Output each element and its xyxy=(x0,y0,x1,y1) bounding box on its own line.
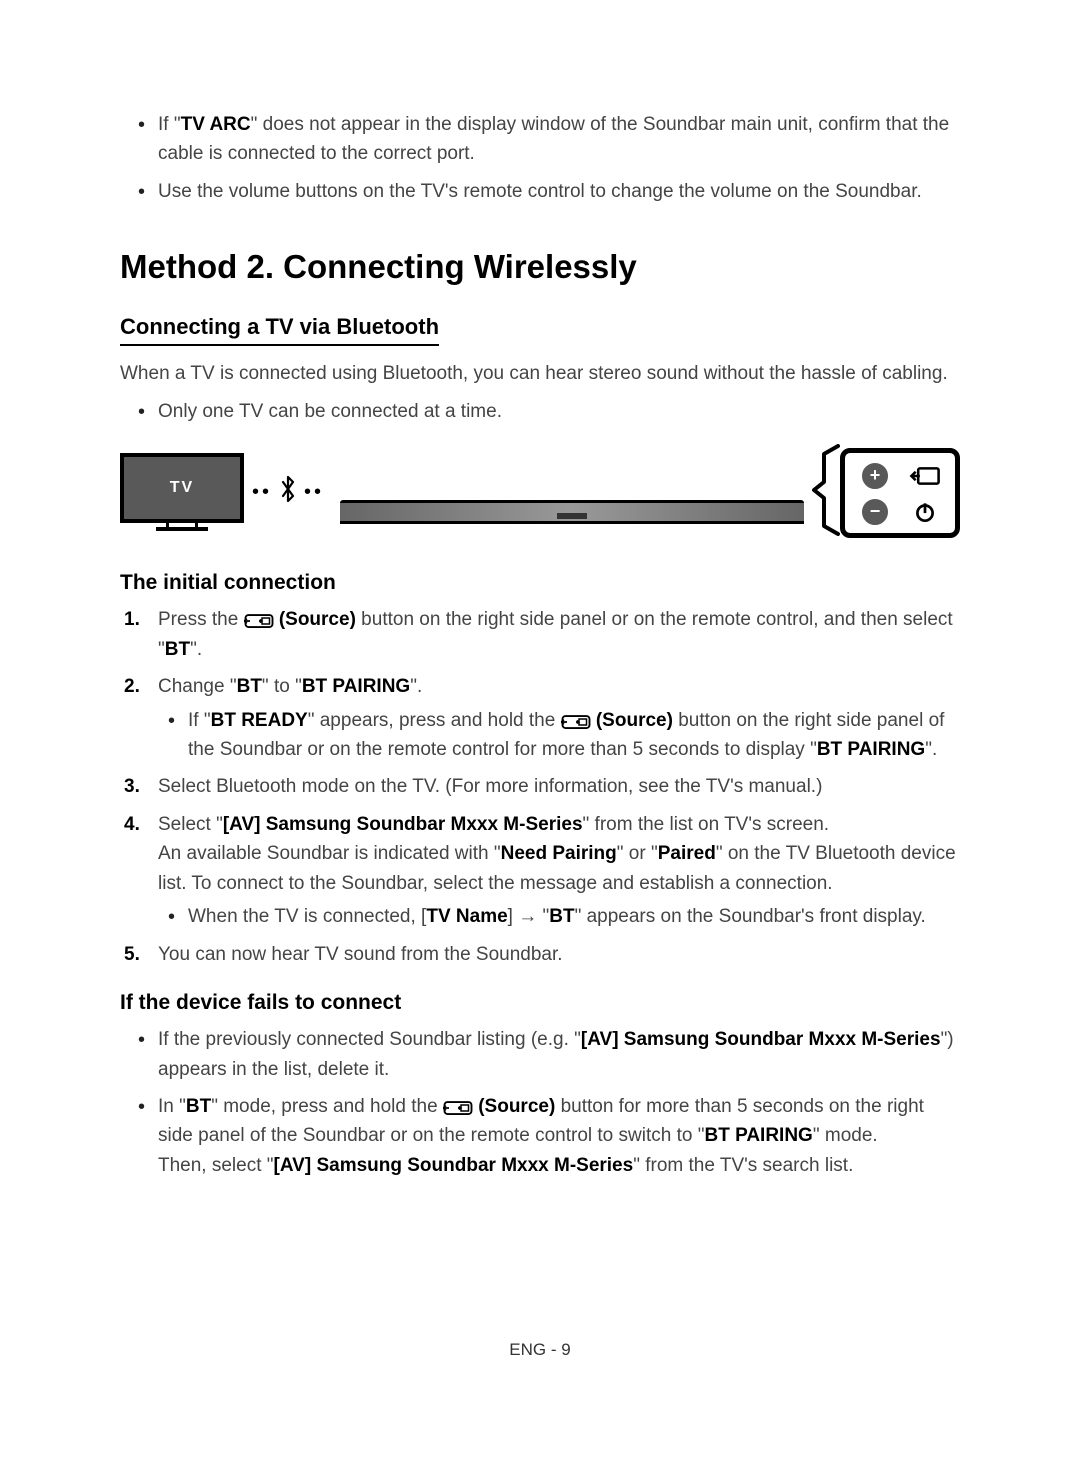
volume-down-button-icon: − xyxy=(857,497,893,527)
step-2-subitem: If "BT READY" appears, press and hold th… xyxy=(188,706,960,765)
bracket-icon xyxy=(812,444,840,541)
bold-text: (Source) xyxy=(596,710,673,731)
text: " from the list on TV's screen. xyxy=(583,814,830,835)
text: If " xyxy=(158,114,181,135)
text: If the previously connected Soundbar lis… xyxy=(158,1029,581,1050)
step-4: Select "[AV] Samsung Soundbar Mxxx M-Ser… xyxy=(142,810,960,932)
text: " or " xyxy=(617,843,658,864)
source-button-icon xyxy=(908,463,942,489)
text: In " xyxy=(158,1096,186,1117)
step-2-sublist: If "BT READY" appears, press and hold th… xyxy=(158,706,960,765)
connection-diagram: TV •• •• + − xyxy=(120,444,960,541)
bold-text: BT xyxy=(165,639,190,660)
remote-buttons-illustration: + − xyxy=(840,448,960,538)
dots: •• xyxy=(304,481,324,504)
text: " mode. xyxy=(813,1125,878,1146)
text: ] → " xyxy=(508,906,550,927)
text: ". xyxy=(190,639,202,660)
heading-initial-connection: The initial connection xyxy=(120,571,960,595)
bluetooth-icon xyxy=(279,475,297,510)
fail-item-2: In "BT" mode, press and hold the (Source… xyxy=(158,1092,960,1180)
text: An available Soundbar is indicated with … xyxy=(158,843,501,864)
soundbar-illustration xyxy=(340,500,804,526)
bold-text: BT xyxy=(549,906,574,927)
step-3: Select Bluetooth mode on the TV. (For mo… xyxy=(142,772,960,801)
source-icon xyxy=(443,1097,473,1115)
steps-list: Press the (Source) button on the right s… xyxy=(120,605,960,969)
bold-text: (Source) xyxy=(279,609,356,630)
text: button on the right side panel or on the… xyxy=(158,609,953,659)
text: If " xyxy=(188,710,211,731)
pre-notes-list: If "TV ARC" does not appear in the displ… xyxy=(120,110,960,206)
step-1: Press the (Source) button on the right s… xyxy=(142,605,960,664)
bold-text: Paired xyxy=(658,843,716,864)
text: Then, select " xyxy=(158,1155,274,1176)
bold-text: TV Name xyxy=(426,906,507,927)
text: ". xyxy=(410,676,422,697)
text: " from the TV's search list. xyxy=(633,1155,853,1176)
intro-note-item: Only one TV can be connected at a time. xyxy=(158,397,960,426)
text: Select " xyxy=(158,814,223,835)
bold-text: [AV] Samsung Soundbar Mxxx M-Series xyxy=(581,1029,941,1050)
text: Select Bluetooth mode on the TV. (For mo… xyxy=(158,776,822,797)
bold-text: BT PAIRING xyxy=(817,739,925,760)
text: Use the volume buttons on the TV's remot… xyxy=(158,181,922,202)
step-2: Change "BT" to "BT PAIRING". If "BT READ… xyxy=(142,672,960,764)
text: You can now hear TV sound from the Sound… xyxy=(158,944,563,965)
source-icon xyxy=(244,610,274,628)
step-4-subitem: When the TV is connected, [TV Name] → "B… xyxy=(188,902,960,931)
tv-screen: TV xyxy=(120,453,244,523)
text: " to " xyxy=(262,676,302,697)
text: Change " xyxy=(158,676,237,697)
text: ". xyxy=(925,739,937,760)
bold-text: [AV] Samsung Soundbar Mxxx M-Series xyxy=(274,1155,634,1176)
text: " does not appear in the display window … xyxy=(158,114,949,164)
bold-text: Need Pairing xyxy=(501,843,617,864)
text: " mode, press and hold the xyxy=(211,1096,443,1117)
fail-item-1: If the previously connected Soundbar lis… xyxy=(158,1025,960,1084)
bold-text: [AV] Samsung Soundbar Mxxx M-Series xyxy=(223,814,583,835)
bold-text: BT PAIRING xyxy=(704,1125,812,1146)
pre-note-item: If "TV ARC" does not appear in the displ… xyxy=(158,110,960,169)
bluetooth-indicator: •• •• xyxy=(252,475,324,510)
fail-list: If the previously connected Soundbar lis… xyxy=(120,1025,960,1180)
tv-illustration: TV xyxy=(120,453,244,533)
step-5: You can now hear TV sound from the Sound… xyxy=(142,940,960,969)
text: Press the xyxy=(158,609,244,630)
heading-fails-to-connect: If the device fails to connect xyxy=(120,991,960,1015)
dots: •• xyxy=(252,481,272,504)
bold-text: (Source) xyxy=(478,1096,555,1117)
page-number: ENG - 9 xyxy=(120,1340,960,1360)
text: When the TV is connected, [ xyxy=(188,906,426,927)
bold-text: BT READY xyxy=(211,710,308,731)
step-4-sublist: When the TV is connected, [TV Name] → "B… xyxy=(158,902,960,931)
volume-up-button-icon: + xyxy=(857,461,893,491)
bold-text: BT PAIRING xyxy=(302,676,410,697)
text: " appears on the Soundbar's front displa… xyxy=(575,906,926,927)
bold-text: TV ARC xyxy=(181,114,251,135)
tv-stand xyxy=(156,525,208,531)
page-content: If "TV ARC" does not appear in the displ… xyxy=(0,0,1080,1420)
power-button-icon xyxy=(907,497,943,527)
intro-paragraph: When a TV is connected using Bluetooth, … xyxy=(120,360,960,389)
pre-note-item: Use the volume buttons on the TV's remot… xyxy=(158,177,960,206)
text: " appears, press and hold the xyxy=(308,710,561,731)
text: Only one TV can be connected at a time. xyxy=(158,401,502,422)
bold-text: BT xyxy=(186,1096,211,1117)
soundbar-body xyxy=(340,500,804,524)
bold-text: BT xyxy=(237,676,262,697)
tv-label: TV xyxy=(170,479,194,497)
heading-connecting-bt: Connecting a TV via Bluetooth xyxy=(120,314,439,346)
intro-notes-list: Only one TV can be connected at a time. xyxy=(120,397,960,426)
source-icon xyxy=(561,711,591,729)
heading-method-2: Method 2. Connecting Wirelessly xyxy=(120,248,960,286)
